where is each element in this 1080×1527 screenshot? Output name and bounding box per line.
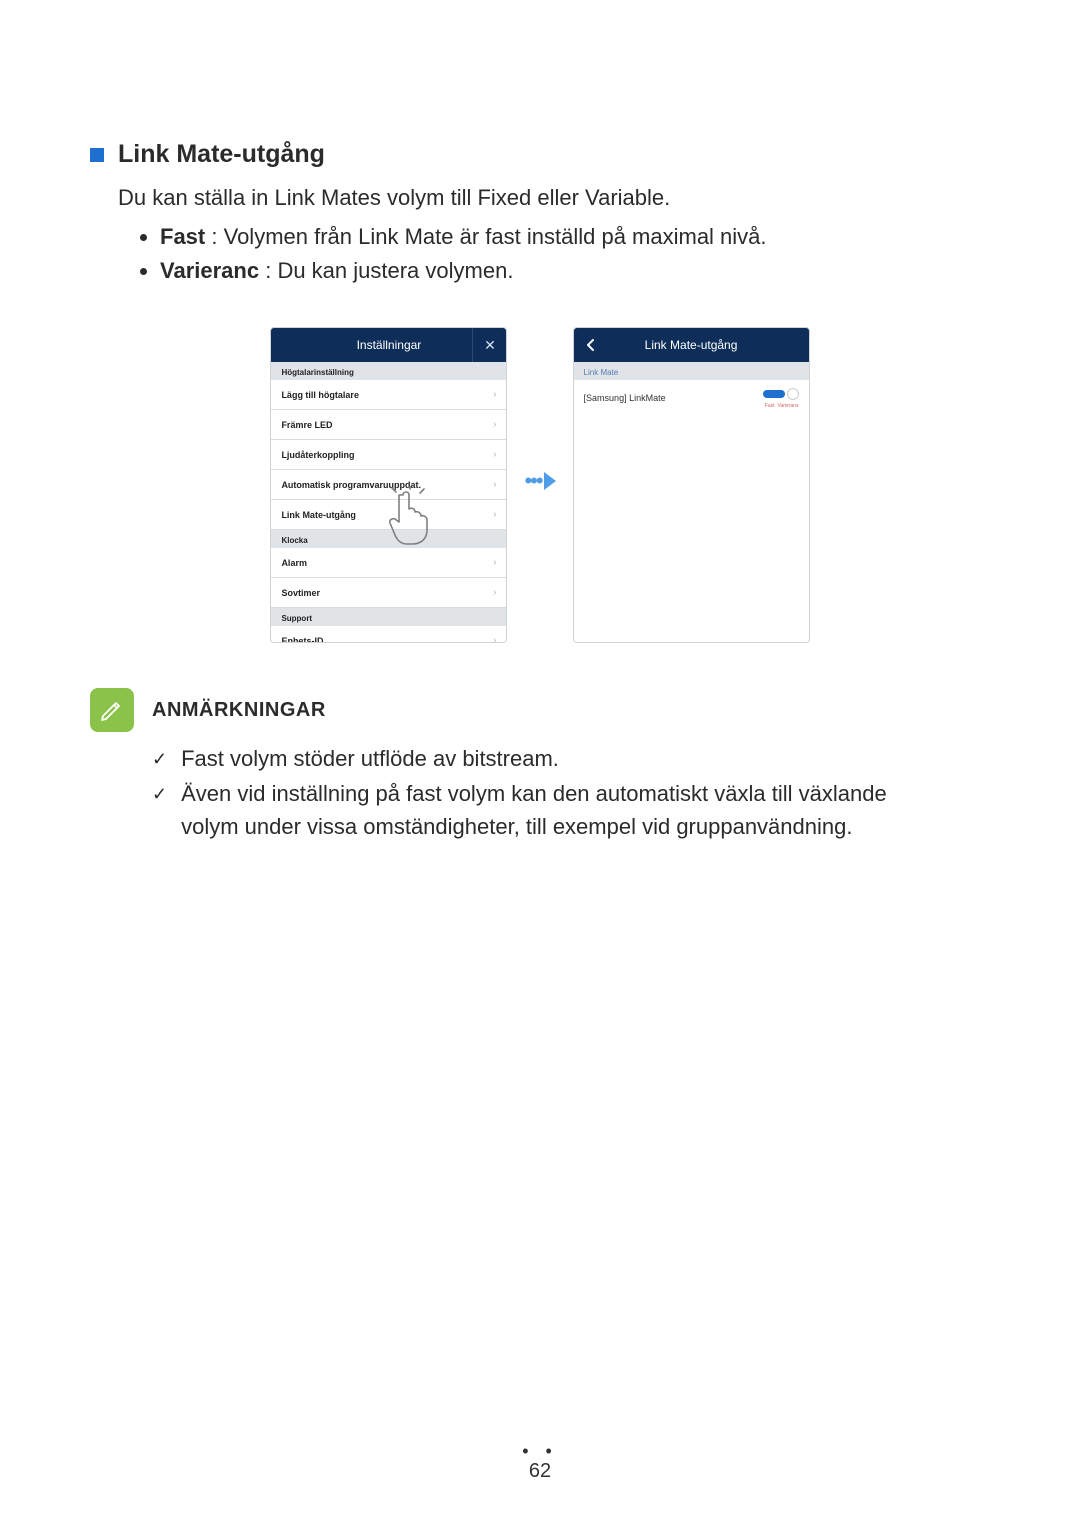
settings-item-sleep-timer[interactable]: Sovtimer› xyxy=(271,578,506,608)
settings-item-device-id[interactable]: Enhets-ID› xyxy=(271,626,506,642)
settings-item-link-mate-output[interactable]: Link Mate-utgång› xyxy=(271,500,506,530)
output-title: Link Mate-utgång xyxy=(645,338,738,352)
checkmark-icon: ✓ xyxy=(152,746,167,773)
device-row[interactable]: [Samsung] LinkMate FastVarierans xyxy=(574,380,809,416)
option-sep: : xyxy=(211,224,223,249)
option-desc: Volymen från Link Mate är fast inställd … xyxy=(224,224,767,249)
settings-section-label: Support xyxy=(271,608,506,626)
output-category-label: Link Mate xyxy=(574,362,809,380)
output-header: Link Mate-utgång xyxy=(574,328,809,362)
toggle-switch-icon[interactable] xyxy=(763,387,799,401)
note-text: Fast volym stöder utflöde av bitstream. xyxy=(181,742,559,775)
chevron-right-icon: › xyxy=(493,557,496,568)
note-item: ✓ Även vid inställning på fast volym kan… xyxy=(152,777,930,843)
option-name: Fast xyxy=(160,224,205,249)
volume-toggle[interactable]: FastVarierans xyxy=(763,387,799,409)
option-item: Fast : Volymen från Link Mate är fast in… xyxy=(160,220,990,254)
document-page: Link Mate-utgång Du kan ställa in Link M… xyxy=(0,0,1080,1527)
chevron-right-icon: › xyxy=(493,449,496,460)
chevron-right-icon: › xyxy=(493,635,496,642)
section-description: Du kan ställa in Link Mates volym till F… xyxy=(118,181,990,214)
option-sep: : xyxy=(265,258,277,283)
chevron-right-icon: › xyxy=(493,509,496,520)
notes-pencil-icon xyxy=(90,688,134,732)
settings-header: Inställningar ✕ xyxy=(271,328,506,362)
page-number-value: 62 xyxy=(529,1460,551,1482)
note-item: ✓ Fast volym stöder utflöde av bitstream… xyxy=(152,742,930,775)
chevron-right-icon: › xyxy=(493,419,496,430)
page-number: • • 62 xyxy=(0,1441,1080,1483)
option-name: Varieranc xyxy=(160,258,259,283)
close-icon[interactable]: ✕ xyxy=(472,328,506,362)
chevron-right-icon: › xyxy=(493,479,496,490)
option-item: Varieranc : Du kan justera volymen. xyxy=(160,254,990,288)
section-heading-row: Link Mate-utgång xyxy=(90,140,990,169)
settings-item-add-speaker[interactable]: Lägg till högtalare› xyxy=(271,380,506,410)
settings-item-audio-feedback[interactable]: Ljudåterkoppling› xyxy=(271,440,506,470)
output-phone-screenshot: Link Mate-utgång Link Mate [Samsung] Lin… xyxy=(574,328,809,642)
settings-phone-screenshot: Inställningar ✕ Högtalarinställning Lägg… xyxy=(271,328,506,642)
page-dots-icon: • • xyxy=(0,1441,1080,1462)
settings-item-alarm[interactable]: Alarm› xyxy=(271,548,506,578)
note-text: Även vid inställning på fast volym kan d… xyxy=(181,777,930,843)
section-title: Link Mate-utgång xyxy=(118,140,325,169)
settings-item-front-led[interactable]: Främre LED› xyxy=(271,410,506,440)
device-name: [Samsung] LinkMate xyxy=(584,393,666,403)
screenshots-row: Inställningar ✕ Högtalarinställning Lägg… xyxy=(90,328,990,642)
back-icon[interactable] xyxy=(574,328,608,362)
notes-list: ✓ Fast volym stöder utflöde av bitstream… xyxy=(152,742,930,843)
transition-arrow-icon: ••• xyxy=(524,328,555,494)
settings-title: Inställningar xyxy=(357,338,422,352)
option-desc: Du kan justera volymen. xyxy=(277,258,513,283)
square-bullet-icon xyxy=(90,148,104,162)
notes-title: ANMÄRKNINGAR xyxy=(152,699,326,722)
settings-section-label: Klocka xyxy=(271,530,506,548)
options-list: Fast : Volymen från Link Mate är fast in… xyxy=(160,220,990,288)
chevron-right-icon: › xyxy=(493,389,496,400)
settings-section-label: Högtalarinställning xyxy=(271,362,506,380)
chevron-right-icon: › xyxy=(493,587,496,598)
checkmark-icon: ✓ xyxy=(152,781,167,808)
empty-area xyxy=(574,416,809,642)
toggle-labels: FastVarierans xyxy=(765,403,799,409)
settings-item-auto-update[interactable]: Automatisk programvaruuppdat.› xyxy=(271,470,506,500)
notes-header: ANMÄRKNINGAR xyxy=(90,688,990,732)
